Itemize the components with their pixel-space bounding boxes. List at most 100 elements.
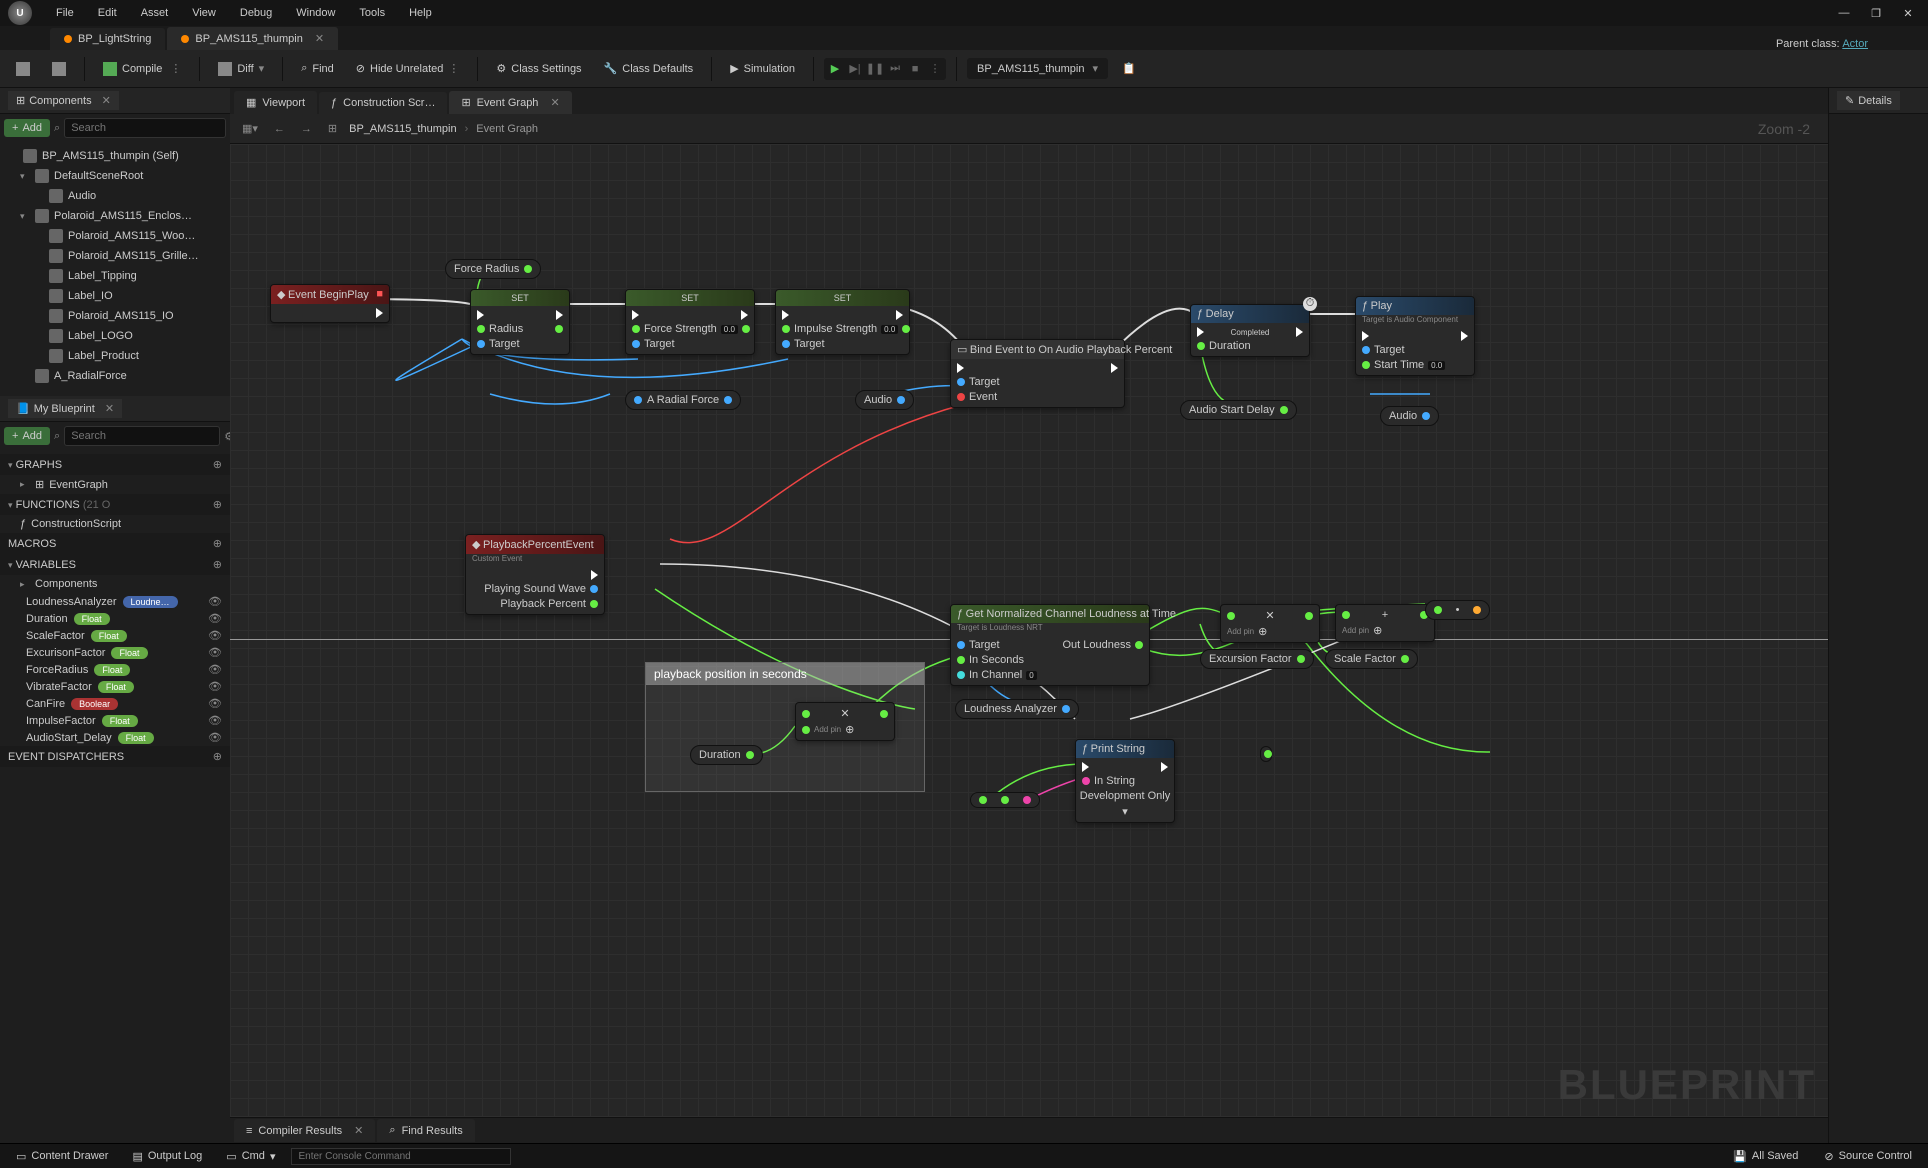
exec-in-pin[interactable]	[1082, 762, 1089, 772]
node-play[interactable]: ƒ Play Target is Audio Component Target …	[1355, 296, 1475, 376]
tree-item[interactable]: BP_AMS115_thumpin (Self)	[0, 146, 230, 166]
node-var-aradialforce[interactable]: A Radial Force	[625, 390, 741, 410]
add-dispatcher-icon[interactable]: ⊕	[213, 750, 222, 763]
pin[interactable]	[1023, 796, 1031, 804]
node-reroute-3[interactable]	[1260, 746, 1272, 762]
tree-item[interactable]: Audio	[0, 186, 230, 206]
exec-out-pin[interactable]	[896, 310, 903, 320]
menu-file[interactable]: File	[46, 3, 84, 23]
visibility-eye-icon[interactable]: 👁	[208, 697, 222, 710]
macros-section[interactable]: MACROS⊕	[0, 533, 230, 554]
node-multiply-3[interactable]: + Add pin⊕	[1335, 604, 1435, 642]
tree-item[interactable]: ▾DefaultSceneRoot	[0, 166, 230, 186]
pin[interactable]	[1264, 750, 1272, 758]
output-pin[interactable]	[1297, 655, 1305, 663]
exec-out-pin[interactable]	[1296, 327, 1303, 337]
output-pin[interactable]	[724, 396, 732, 404]
variable-row[interactable]: AudioStart_DelayFloat👁	[0, 729, 230, 746]
eventgraph-item[interactable]: ▸⊞EventGraph	[0, 475, 230, 494]
starttime-pin[interactable]	[1362, 361, 1370, 369]
constructionscript-item[interactable]: ƒConstructionScript	[0, 515, 230, 533]
visibility-eye-icon[interactable]: 👁	[208, 680, 222, 693]
target-pin[interactable]	[632, 340, 640, 348]
tree-item[interactable]: Polaroid_AMS115_Grille…	[0, 246, 230, 266]
close-button[interactable]: ✕	[1896, 4, 1920, 22]
pin[interactable]	[634, 396, 642, 404]
variable-row[interactable]: DurationFloat👁	[0, 610, 230, 627]
construction-tab[interactable]: ƒConstruction Scr…	[319, 92, 447, 114]
add-graph-icon[interactable]: ⊕	[213, 458, 222, 471]
output-pin[interactable]	[590, 600, 598, 608]
output-pin[interactable]	[897, 396, 905, 404]
node-var-forceradius[interactable]: Force Radius	[445, 259, 541, 279]
variable-row[interactable]: LoudnessAnalyzerLoudne…👁	[0, 593, 230, 610]
locate-button[interactable]: 📋	[1114, 57, 1144, 80]
close-panel-icon[interactable]: ✕	[102, 94, 111, 107]
target-pin[interactable]	[957, 641, 965, 649]
close-tab-icon[interactable]: ✕	[315, 32, 324, 45]
node-var-audio2[interactable]: Audio	[1380, 406, 1439, 426]
exec-out-pin[interactable]	[1111, 363, 1118, 373]
node-var-duration[interactable]: Duration	[690, 745, 763, 765]
variable-row[interactable]: ScaleFactorFloat👁	[0, 627, 230, 644]
console-input[interactable]	[291, 1148, 511, 1165]
tree-item[interactable]: Label_LOGO	[0, 326, 230, 346]
input-pin[interactable]	[1227, 612, 1235, 620]
output-pin[interactable]	[902, 325, 910, 333]
tree-item[interactable]: ▾Polaroid_AMS115_Enclos…	[0, 206, 230, 226]
cmd-button[interactable]: ▭Cmd▾	[218, 1147, 283, 1166]
variable-row[interactable]: ImpulseFactorFloat👁	[0, 712, 230, 729]
output-pin[interactable]	[1135, 641, 1143, 649]
pin[interactable]	[1001, 796, 1009, 804]
menu-window[interactable]: Window	[286, 3, 345, 23]
variable-row[interactable]: ForceRadiusFloat👁	[0, 661, 230, 678]
duration-pin[interactable]	[1197, 342, 1205, 350]
graph-menu-button[interactable]: ▦▾	[238, 120, 262, 137]
add-variable-icon[interactable]: ⊕	[213, 558, 222, 571]
exec-out-pin[interactable]	[376, 308, 383, 318]
find-results-tab[interactable]: ⌕Find Results	[377, 1119, 474, 1142]
node-var-audiostart[interactable]: Audio Start Delay	[1180, 400, 1297, 420]
exec-in-pin[interactable]	[1197, 327, 1204, 337]
frame-skip-button[interactable]: ⏭	[886, 60, 904, 78]
pin[interactable]	[1434, 606, 1442, 614]
visibility-eye-icon[interactable]: 👁	[208, 663, 222, 676]
pause-button[interactable]: ❚❚	[866, 60, 884, 78]
menu-tools[interactable]: Tools	[349, 3, 395, 23]
node-event-beginplay[interactable]: ◆ Event BeginPlay ■	[270, 284, 390, 323]
output-log-button[interactable]: ▤Output Log	[124, 1147, 210, 1166]
class-defaults-button[interactable]: 🔧Class Defaults	[596, 57, 702, 80]
nav-forward-button[interactable]: →	[297, 121, 316, 137]
close-panel-icon[interactable]: ✕	[105, 402, 114, 415]
eventgraph-tab[interactable]: ⊞Event Graph✕	[449, 91, 571, 114]
exec-in-pin[interactable]	[782, 310, 789, 320]
add-blueprint-button[interactable]: +Add	[4, 427, 50, 445]
output-pin[interactable]	[1062, 705, 1070, 713]
close-tab-icon[interactable]: ✕	[354, 1124, 363, 1137]
target-pin[interactable]	[957, 378, 965, 386]
input-pin[interactable]	[802, 726, 810, 734]
exec-out-pin[interactable]	[556, 310, 563, 320]
pin[interactable]	[979, 796, 987, 804]
input-pin[interactable]	[802, 710, 810, 718]
variables-section[interactable]: ▾ VARIABLES⊕	[0, 554, 230, 575]
node-loudness[interactable]: ƒ Get Normalized Channel Loudness at Tim…	[950, 604, 1150, 686]
node-printstring[interactable]: ƒ Print String In String Development Onl…	[1075, 739, 1175, 823]
output-pin[interactable]	[590, 585, 598, 593]
variable-row[interactable]: VibrateFactorFloat👁	[0, 678, 230, 695]
node-set-impulse[interactable]: SET Impulse Strength0.0 Target	[775, 289, 910, 355]
target-pin[interactable]	[1362, 346, 1370, 354]
exec-out-pin[interactable]	[1161, 762, 1168, 772]
add-component-button[interactable]: +Add	[4, 119, 50, 137]
visibility-eye-icon[interactable]: 👁	[208, 629, 222, 642]
target-pin[interactable]	[477, 340, 485, 348]
viewport-tab[interactable]: ▦Viewport	[234, 91, 317, 114]
components-subsection[interactable]: ▸Components	[0, 575, 230, 593]
node-playback-event[interactable]: ◆ PlaybackPercentEvent Custom Event Play…	[465, 534, 605, 615]
node-set-forcestrength[interactable]: SET Force Strength0.0 Target	[625, 289, 755, 355]
functions-section[interactable]: ▾ FUNCTIONS (21 O⊕	[0, 494, 230, 515]
blueprint-search-input[interactable]	[64, 426, 220, 446]
menu-view[interactable]: View	[182, 3, 226, 23]
chevron-down-icon[interactable]: ▾	[1122, 805, 1128, 818]
source-control-button[interactable]: ⊘Source Control	[1816, 1147, 1920, 1166]
